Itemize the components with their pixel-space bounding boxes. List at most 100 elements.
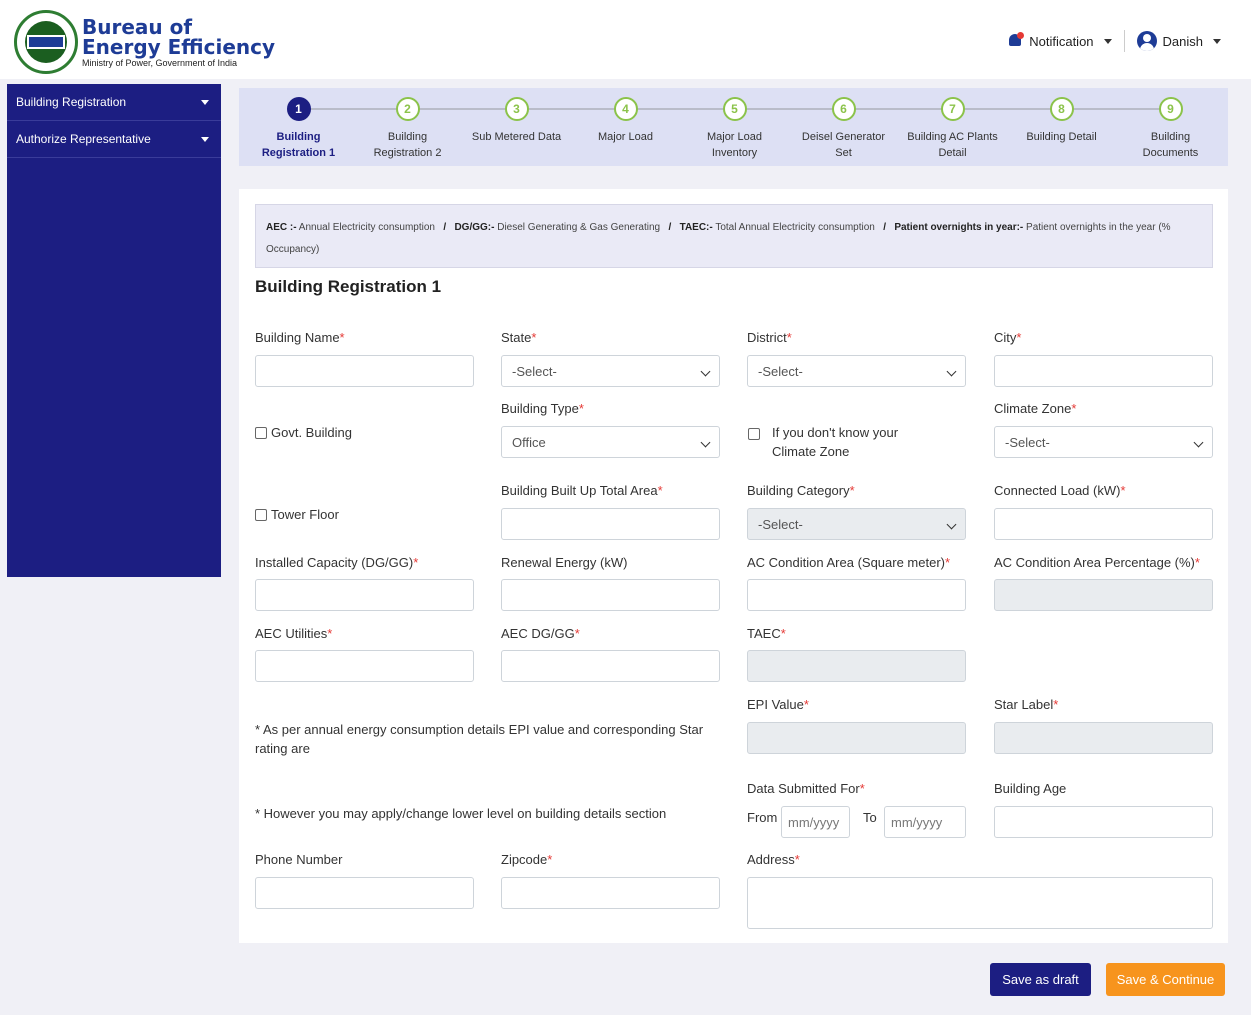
step-label: Building AC Plants Detail — [907, 131, 998, 159]
step-label: Building Detail — [1026, 131, 1097, 143]
sidebar-item-building-registration[interactable]: Building Registration — [7, 84, 221, 121]
tower-floor-label: Tower Floor — [271, 507, 339, 522]
taec-input — [747, 650, 966, 682]
change-level-note: * However you may apply/change lower lev… — [255, 806, 667, 821]
connected-load-input[interactable] — [994, 508, 1213, 540]
zipcode-input[interactable] — [501, 877, 720, 909]
step-4[interactable]: 4 Major Load — [571, 97, 680, 145]
step-number: 3 — [504, 97, 529, 121]
unknown-climate-zone-checkbox[interactable] — [748, 428, 760, 440]
installed-capacity-input[interactable] — [255, 579, 474, 611]
step-1[interactable]: 1 Building Registration 1 — [244, 97, 353, 161]
required-marker: * — [1053, 697, 1059, 712]
legend-aec-key: AEC :- — [266, 222, 297, 233]
bell-icon — [1007, 32, 1025, 48]
building-age-input[interactable] — [994, 806, 1213, 838]
step-6[interactable]: 6 Deisel Generator Set — [789, 97, 898, 161]
state-label: State* — [501, 330, 536, 345]
state-select[interactable]: -Select- — [501, 355, 720, 387]
save-continue-button[interactable]: Save & Continue — [1106, 963, 1225, 996]
ac-area-label: AC Condition Area (Square meter)* — [747, 555, 950, 570]
aec-utilities-input[interactable] — [255, 650, 474, 682]
chevron-down-icon — [201, 99, 209, 105]
required-marker: * — [1120, 483, 1126, 498]
epi-value-label: EPI Value* — [747, 697, 809, 712]
required-marker: * — [413, 555, 419, 570]
required-marker: * — [944, 555, 951, 570]
label-text: AC Condition Area (Square meter) — [747, 555, 945, 570]
required-marker: * — [1194, 555, 1200, 570]
built-up-area-input[interactable] — [501, 508, 720, 540]
abbreviation-legend: AEC :- Annual Electricity consumption / … — [255, 204, 1213, 268]
step-label: Building Documents — [1142, 131, 1199, 159]
label-text: Star Label — [994, 697, 1054, 712]
star-label-input — [994, 722, 1213, 754]
aec-dg-input[interactable] — [501, 650, 720, 682]
legend-dg-key: DG/GG:- — [454, 222, 495, 233]
step-8[interactable]: 8 Building Detail — [1007, 97, 1116, 145]
govt-building-label: Govt. Building — [271, 425, 352, 440]
bee-logo[interactable]: Bureau of Energy Efficiency Ministry of … — [14, 10, 275, 74]
required-marker: * — [547, 852, 553, 867]
step-label: Building Registration 1 — [261, 131, 336, 159]
registration-stepper: 1 Building Registration 1 2 Building Regist… — [239, 88, 1228, 166]
sidebar-item-label: Authorize Representative — [16, 132, 151, 146]
required-marker: * — [794, 852, 800, 867]
label-text: Building Type — [501, 401, 579, 416]
required-marker: * — [339, 330, 345, 345]
district-label: District* — [747, 330, 792, 345]
step-number: 5 — [722, 97, 747, 121]
step-3[interactable]: 3 Sub Metered Data — [462, 97, 571, 145]
phone-number-input[interactable] — [255, 877, 474, 909]
required-marker: * — [859, 781, 865, 796]
to-label: To — [863, 810, 877, 825]
tower-floor-checkbox[interactable] — [255, 509, 267, 521]
renewable-energy-input[interactable] — [501, 579, 720, 611]
climate-zone-select[interactable]: -Select- — [994, 426, 1213, 458]
building-name-input[interactable] — [255, 355, 474, 387]
address-textarea[interactable] — [747, 877, 1213, 929]
label-text: AC Condition Area Percentage (%) — [994, 555, 1195, 570]
sidebar-item-authorize-representative[interactable]: Authorize Representative — [7, 121, 221, 158]
step-2[interactable]: 2 Building Registration 2 — [353, 97, 462, 161]
building-name-label: Building Name* — [255, 330, 345, 345]
star-label-label: Star Label* — [994, 697, 1058, 712]
label-text: Climate Zone — [994, 401, 1072, 416]
label-text: District — [747, 330, 787, 345]
to-date-input[interactable]: mm/yyyy — [884, 806, 966, 838]
building-type-select[interactable]: Office — [501, 426, 720, 458]
district-select[interactable]: -Select- — [747, 355, 966, 387]
required-marker: * — [803, 697, 809, 712]
legend-aec-value: Annual Electricity consumption — [298, 222, 435, 233]
required-marker: * — [574, 626, 580, 641]
epi-note: * As per annual energy consumption detai… — [255, 722, 704, 756]
sidebar-item-label: Building Registration — [16, 95, 127, 109]
label-text: EPI Value — [747, 697, 804, 712]
label-text: Address — [747, 852, 795, 867]
user-name: Danish — [1162, 33, 1203, 49]
aec-dg-label: AEC DG/GG* — [501, 626, 580, 641]
user-menu[interactable]: Danish — [1136, 31, 1221, 51]
label-text: Building Category — [747, 483, 850, 498]
building-category-label: Building Category* — [747, 483, 855, 498]
from-date-input[interactable]: mm/yyyy — [781, 806, 850, 838]
step-7[interactable]: 7 Building AC Plants Detail — [898, 97, 1007, 161]
step-label: Deisel Generator Set — [801, 131, 886, 159]
renewable-energy-label: Renewal Energy (kW) — [501, 555, 627, 570]
step-label: Sub Metered Data — [471, 131, 562, 143]
required-marker: * — [849, 483, 855, 498]
step-number: 8 — [1049, 97, 1074, 121]
govt-building-checkbox[interactable] — [255, 427, 267, 439]
legend-patient-key: Patient overnights in year:- — [894, 222, 1024, 233]
notification-menu[interactable]: Notification — [1007, 32, 1112, 49]
label-text: Building Age — [994, 781, 1067, 796]
city-input[interactable] — [994, 355, 1213, 387]
label-text: TAEC — [747, 626, 781, 641]
notification-label: Notification — [1029, 33, 1094, 49]
ac-area-input[interactable] — [747, 579, 966, 611]
chevron-down-icon — [1213, 38, 1221, 44]
step-5[interactable]: 5 Major Load Inventory — [680, 97, 789, 161]
built-up-area-label: Building Built Up Total Area* — [501, 483, 663, 498]
save-draft-button[interactable]: Save as draft — [990, 963, 1091, 996]
step-9[interactable]: 9 Building Documents — [1116, 97, 1225, 161]
